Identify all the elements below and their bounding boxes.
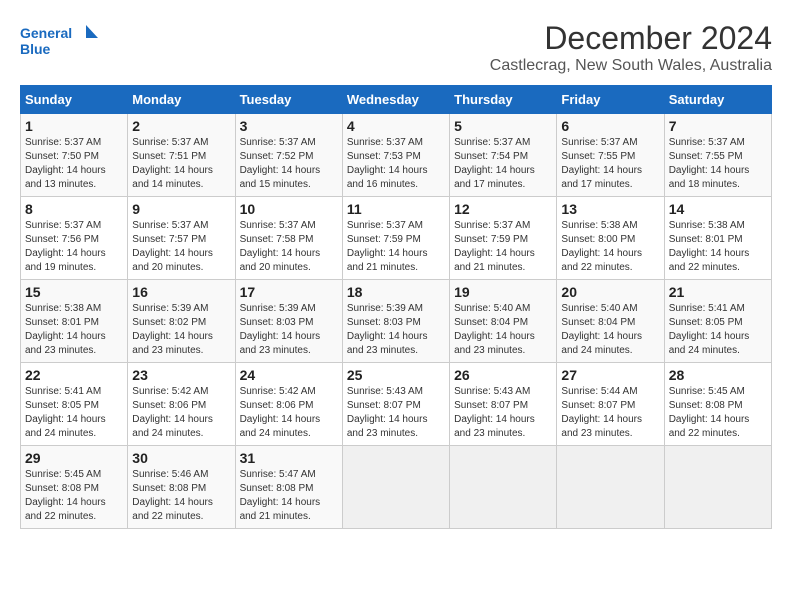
logo: General Blue xyxy=(20,20,100,65)
table-row: 17Sunrise: 5:39 AMSunset: 8:03 PMDayligh… xyxy=(235,280,342,363)
table-row: 22Sunrise: 5:41 AMSunset: 8:05 PMDayligh… xyxy=(21,363,128,446)
header-row: Sunday Monday Tuesday Wednesday Thursday… xyxy=(21,86,772,114)
logo-svg: General Blue xyxy=(20,20,100,65)
table-row: 29Sunrise: 5:45 AMSunset: 8:08 PMDayligh… xyxy=(21,446,128,529)
col-saturday: Saturday xyxy=(664,86,771,114)
table-row xyxy=(664,446,771,529)
title-section: December 2024 Castlecrag, New South Wale… xyxy=(490,20,772,75)
table-row: 10Sunrise: 5:37 AMSunset: 7:58 PMDayligh… xyxy=(235,197,342,280)
calendar-table: Sunday Monday Tuesday Wednesday Thursday… xyxy=(20,85,772,529)
table-row: 14Sunrise: 5:38 AMSunset: 8:01 PMDayligh… xyxy=(664,197,771,280)
table-row: 18Sunrise: 5:39 AMSunset: 8:03 PMDayligh… xyxy=(342,280,449,363)
table-row: 26Sunrise: 5:43 AMSunset: 8:07 PMDayligh… xyxy=(450,363,557,446)
table-row: 13Sunrise: 5:38 AMSunset: 8:00 PMDayligh… xyxy=(557,197,664,280)
table-row: 9Sunrise: 5:37 AMSunset: 7:57 PMDaylight… xyxy=(128,197,235,280)
table-row: 28Sunrise: 5:45 AMSunset: 8:08 PMDayligh… xyxy=(664,363,771,446)
table-row: 24Sunrise: 5:42 AMSunset: 8:06 PMDayligh… xyxy=(235,363,342,446)
table-row: 8Sunrise: 5:37 AMSunset: 7:56 PMDaylight… xyxy=(21,197,128,280)
table-row: 5Sunrise: 5:37 AMSunset: 7:54 PMDaylight… xyxy=(450,114,557,197)
table-row: 16Sunrise: 5:39 AMSunset: 8:02 PMDayligh… xyxy=(128,280,235,363)
table-row xyxy=(342,446,449,529)
col-monday: Monday xyxy=(128,86,235,114)
table-row: 20Sunrise: 5:40 AMSunset: 8:04 PMDayligh… xyxy=(557,280,664,363)
table-row: 19Sunrise: 5:40 AMSunset: 8:04 PMDayligh… xyxy=(450,280,557,363)
table-row: 23Sunrise: 5:42 AMSunset: 8:06 PMDayligh… xyxy=(128,363,235,446)
col-wednesday: Wednesday xyxy=(342,86,449,114)
subtitle: Castlecrag, New South Wales, Australia xyxy=(490,57,772,75)
table-row: 4Sunrise: 5:37 AMSunset: 7:53 PMDaylight… xyxy=(342,114,449,197)
table-row: 3Sunrise: 5:37 AMSunset: 7:52 PMDaylight… xyxy=(235,114,342,197)
col-thursday: Thursday xyxy=(450,86,557,114)
table-row: 30Sunrise: 5:46 AMSunset: 8:08 PMDayligh… xyxy=(128,446,235,529)
table-row: 11Sunrise: 5:37 AMSunset: 7:59 PMDayligh… xyxy=(342,197,449,280)
col-friday: Friday xyxy=(557,86,664,114)
svg-text:General: General xyxy=(20,25,72,41)
page-header: General Blue December 2024 Castlecrag, N… xyxy=(20,20,772,75)
svg-text:Blue: Blue xyxy=(20,41,51,57)
main-title: December 2024 xyxy=(490,20,772,57)
table-row: 1Sunrise: 5:37 AMSunset: 7:50 PMDaylight… xyxy=(21,114,128,197)
table-row: 15Sunrise: 5:38 AMSunset: 8:01 PMDayligh… xyxy=(21,280,128,363)
table-row: 21Sunrise: 5:41 AMSunset: 8:05 PMDayligh… xyxy=(664,280,771,363)
table-row xyxy=(557,446,664,529)
col-tuesday: Tuesday xyxy=(235,86,342,114)
table-row: 27Sunrise: 5:44 AMSunset: 8:07 PMDayligh… xyxy=(557,363,664,446)
col-sunday: Sunday xyxy=(21,86,128,114)
table-row: 12Sunrise: 5:37 AMSunset: 7:59 PMDayligh… xyxy=(450,197,557,280)
table-row: 2Sunrise: 5:37 AMSunset: 7:51 PMDaylight… xyxy=(128,114,235,197)
table-row xyxy=(450,446,557,529)
table-row: 25Sunrise: 5:43 AMSunset: 8:07 PMDayligh… xyxy=(342,363,449,446)
table-row: 6Sunrise: 5:37 AMSunset: 7:55 PMDaylight… xyxy=(557,114,664,197)
table-row: 7Sunrise: 5:37 AMSunset: 7:55 PMDaylight… xyxy=(664,114,771,197)
table-row: 31Sunrise: 5:47 AMSunset: 8:08 PMDayligh… xyxy=(235,446,342,529)
